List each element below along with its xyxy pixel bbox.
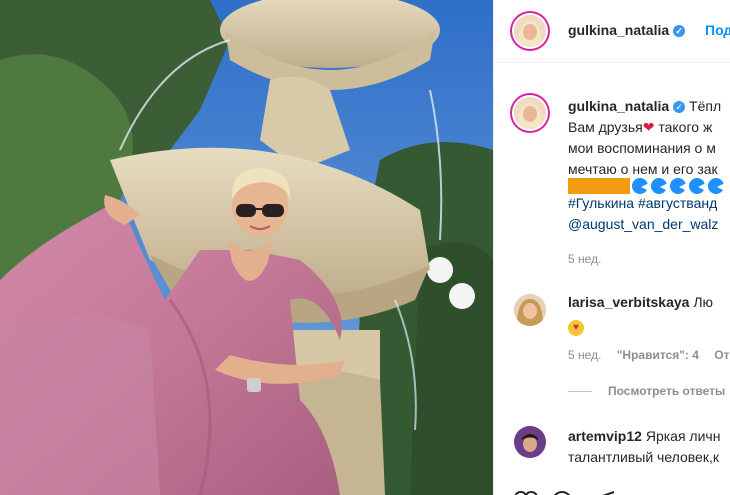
caption-text-3: мои воспоминания о м <box>568 140 716 156</box>
caption-line-2: Вам друзья❤ такого ж <box>568 117 712 138</box>
comment-1-time[interactable]: 5 нед. <box>568 348 601 362</box>
pacman-emoji-icon <box>670 178 687 194</box>
comment-1-reply-button[interactable]: От <box>714 348 729 362</box>
thread-line <box>568 391 592 393</box>
comment-2-username[interactable]: artemvip12 <box>568 428 642 444</box>
heart-icon: ❤ <box>642 119 655 135</box>
comment-1-line-1: larisa_verbitskaya Лю <box>568 292 713 313</box>
comment-2-text: Яркая личн <box>645 428 721 444</box>
comment-2-line-1: artemvip12 Яркая личн <box>568 426 720 447</box>
post-side-panel: gulkina_natalia ✓ Под gulkina_natalia ✓ Тё… <box>493 0 730 495</box>
caption-text-2b: такого ж <box>654 119 713 135</box>
emoji-redacted-bar <box>568 178 630 194</box>
caption-hashtags[interactable]: #Гулькина #августванд <box>568 193 717 214</box>
action-icons <box>514 490 615 495</box>
caption-text-2a: Вам друзья <box>568 119 643 135</box>
pacman-emoji-icon <box>651 178 668 194</box>
view-replies-label[interactable]: Посмотреть ответы <box>608 384 725 398</box>
avatar-image <box>514 426 546 458</box>
caption-line-1: gulkina_natalia ✓ Тёпл <box>568 96 721 117</box>
pacman-emoji-icon <box>708 178 725 194</box>
commenter-avatar[interactable] <box>514 426 546 458</box>
view-replies-button[interactable]: Посмотреть ответы <box>568 384 725 398</box>
caption-avatar[interactable] <box>514 97 546 129</box>
comment-2-text-2: талантливый человек,к <box>568 449 719 465</box>
verified-badge-icon: ✓ <box>673 25 686 37</box>
caption-mention[interactable]: @august_van_der_walz <box>568 214 718 235</box>
comment-1-meta: 5 нед. "Нравится": 4 От <box>568 348 730 362</box>
author-username[interactable]: gulkina_natalia ✓ <box>568 22 686 38</box>
avatar-image <box>514 97 546 129</box>
comment-1-line-2: ♥ <box>568 312 587 336</box>
pacman-emoji-icon <box>632 178 649 194</box>
comment-1-text: Лю <box>693 294 714 310</box>
avatar-image <box>514 294 546 326</box>
commenter-avatar[interactable] <box>514 294 546 326</box>
comment-1-username[interactable]: larisa_verbitskaya <box>568 294 689 310</box>
author-username-text[interactable]: gulkina_natalia <box>568 22 669 38</box>
post-photo[interactable] <box>0 0 493 495</box>
post-actions <box>494 488 730 495</box>
pacman-emoji-icon <box>689 178 706 194</box>
caption-username[interactable]: gulkina_natalia <box>568 98 669 114</box>
photo-illustration <box>0 0 493 495</box>
post-header: gulkina_natalia ✓ Под <box>494 0 730 63</box>
caption-text-1: Тёпл <box>689 98 722 114</box>
author-avatar[interactable] <box>514 15 546 47</box>
avatar-image <box>514 15 546 47</box>
heart-eyes-emoji-icon: ♥ <box>568 320 584 336</box>
caption-time[interactable]: 5 нед. <box>568 252 601 266</box>
comment-1-likes[interactable]: "Нравится": 4 <box>617 348 699 362</box>
verified-badge-icon: ✓ <box>673 101 686 113</box>
follow-button[interactable]: Под <box>705 22 730 38</box>
